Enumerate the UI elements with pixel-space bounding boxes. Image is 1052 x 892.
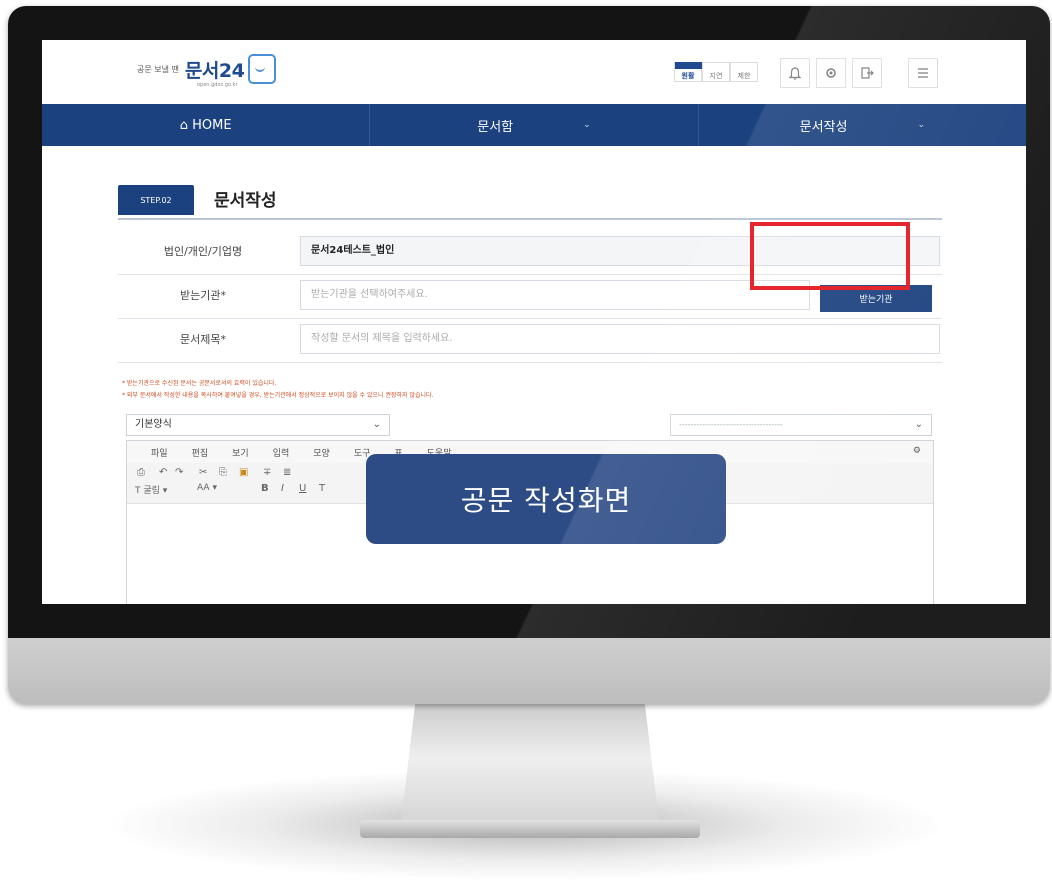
print-icon[interactable]: ⎙	[137, 467, 145, 478]
font-family-value: 굴림	[143, 486, 160, 496]
connection-status-group: 원활 지연 제한	[674, 62, 758, 82]
status-limit[interactable]: 제한	[730, 62, 758, 82]
nav-home-label: ⌂ HOME	[179, 117, 232, 133]
receiver-input[interactable]: 받는기관을 선택하여주세요.	[300, 280, 810, 310]
font-size-value: AA	[197, 483, 210, 493]
bold-icon[interactable]: B	[261, 483, 269, 494]
subject-row: 문서제목* 작성할 문서의 제목을 입력하세요.	[118, 318, 942, 363]
font-size-select[interactable]: AA ▾	[197, 483, 217, 493]
brand-url: open.gdoc.go.kr	[197, 82, 238, 88]
brand-name: 문서24	[184, 59, 245, 82]
nav-document-box-label: 문서함	[477, 119, 514, 135]
subject-label: 문서제목*	[180, 333, 226, 346]
gear-icon[interactable]	[816, 58, 846, 88]
italic-icon[interactable]: I	[281, 483, 284, 494]
undo-icon[interactable]: ↶	[159, 467, 167, 478]
redo-icon[interactable]: ↷	[175, 467, 183, 478]
editor-settings-icon[interactable]: ⚙	[913, 446, 921, 456]
secondary-select[interactable]: ------------------------------------ ⌄	[670, 414, 932, 436]
monitor-chin	[8, 638, 1050, 704]
chevron-down-icon: ⌄	[917, 120, 926, 130]
underline-icon[interactable]: U	[299, 483, 306, 494]
chevron-down-icon: ⌄	[914, 419, 923, 430]
notice-line-2: * 외부 문서에서 작성한 내용을 복사하여 붙여넣을 경우, 받는기관에서 정…	[122, 392, 434, 399]
align-icon[interactable]: ≣	[283, 467, 291, 478]
template-select-value: 기본양식	[135, 419, 172, 430]
caption-overlay: 공문 작성화면	[366, 454, 726, 544]
menu-file[interactable]: 파일	[151, 446, 168, 459]
copy-icon[interactable]: ⎘	[219, 467, 227, 478]
notice-line-1: * 받는기관으로 수신된 문서는 공문서로서의 효력이 있습니다.	[122, 380, 277, 387]
top-header: 공문 보낼 땐 문서24 open.gdoc.go.kr 원활 지연 제한	[42, 40, 1026, 104]
caption-text: 공문 작성화면	[460, 484, 632, 517]
template-select[interactable]: 기본양식 ⌄	[126, 414, 390, 436]
secondary-select-value: ------------------------------------	[679, 420, 783, 429]
nav-home[interactable]: ⌂ HOME	[42, 104, 371, 146]
paste-icon[interactable]: ▣	[239, 467, 248, 478]
step-header: STEP.02 문서작성	[118, 180, 942, 220]
bell-icon[interactable]	[780, 58, 810, 88]
menu-insert[interactable]: 입력	[273, 446, 290, 459]
brand-logo[interactable]: 공문 보낼 땐 문서24 open.gdoc.go.kr	[137, 54, 277, 88]
nav-document-write-label: 문서작성	[799, 119, 848, 135]
chevron-down-icon: ⌄	[372, 419, 381, 430]
text-color-icon[interactable]: T	[319, 483, 325, 494]
page-title: 문서작성	[214, 191, 277, 211]
main-navigation: ⌂ HOME 문서함 ⌄ 문서작성 ⌄	[42, 104, 1026, 146]
menu-edit[interactable]: 편집	[192, 446, 209, 459]
menu-format[interactable]: 모양	[313, 446, 330, 459]
font-family-select[interactable]: T 굴림 ▾	[135, 483, 167, 496]
monitor-stand-base	[360, 820, 700, 838]
menu-icon[interactable]	[908, 58, 938, 88]
status-smooth[interactable]: 원활	[674, 62, 703, 82]
step-badge: STEP.02	[118, 185, 194, 215]
subject-input[interactable]: 작성할 문서의 제목을 입력하세요.	[300, 324, 940, 354]
screen: 공문 보낼 땐 문서24 open.gdoc.go.kr 원활 지연 제한 ⌂ …	[42, 40, 1026, 604]
monitor-stand	[400, 700, 660, 830]
nav-document-write[interactable]: 문서작성 ⌄	[699, 104, 1026, 146]
cut-icon[interactable]: ✂	[199, 467, 207, 478]
menu-view[interactable]: 보기	[232, 446, 249, 459]
logo-mascot-icon	[248, 54, 277, 84]
strikethrough-icon[interactable]: ∓	[263, 467, 271, 478]
logout-icon[interactable]	[852, 58, 882, 88]
highlight-box	[750, 222, 910, 290]
sender-label: 법인/개인/기업명	[163, 245, 243, 258]
monitor: 공문 보낼 땐 문서24 open.gdoc.go.kr 원활 지연 제한 ⌂ …	[8, 6, 1050, 704]
receiver-label: 받는기관*	[180, 289, 226, 302]
status-delay[interactable]: 지연	[702, 62, 730, 82]
brand-tagline: 공문 보낼 땐	[137, 64, 179, 74]
chevron-down-icon: ⌄	[583, 120, 591, 130]
nav-document-box[interactable]: 문서함 ⌄	[370, 104, 699, 146]
